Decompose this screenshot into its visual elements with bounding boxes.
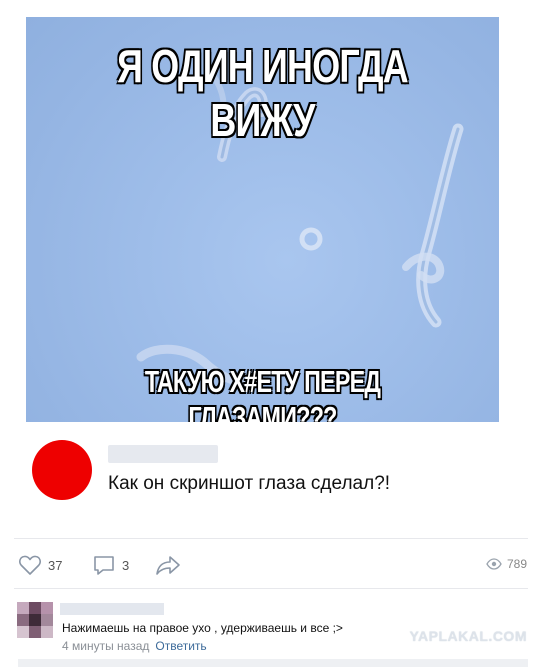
post-avatar[interactable]: [32, 440, 92, 500]
comment-meta: 4 минуты назад Ответить: [62, 639, 207, 653]
bottom-strip: [18, 659, 528, 667]
meme-bottom-caption: ТАКУЮ Х#ЕТУ ПЕРЕД ГЛАЗАМИ???: [144, 364, 381, 422]
post-text: Как он скриншот глаза сделал?!: [108, 473, 391, 494]
site-watermark: YAPLAKAL.COM: [409, 628, 527, 644]
heart-icon: [19, 555, 41, 575]
comment-icon: [94, 556, 114, 575]
eye-icon: [486, 558, 502, 570]
comment-count: 3: [122, 557, 130, 573]
comment-text: Нажимаешь на правое ухо , удерживаешь и …: [62, 621, 343, 635]
divider: [14, 538, 528, 539]
comment-button[interactable]: 3: [92, 554, 129, 576]
post-block: Как он скриншот глаза сделал?!: [32, 428, 498, 508]
meme-image: Я ОДИН ИНОГДА ВИЖУ ТАКУЮ Х#ЕТУ ПЕРЕД ГЛА…: [26, 17, 499, 422]
like-button[interactable]: 37: [18, 554, 62, 576]
post-actions-bar: 37 3 789: [0, 550, 541, 580]
views-count: 789: [506, 557, 527, 571]
share-icon: [156, 556, 180, 575]
share-button[interactable]: [155, 554, 181, 576]
commenter-name-blurred[interactable]: [60, 603, 164, 615]
comment-time: 4 минуты назад: [62, 639, 150, 653]
commenter-avatar-pixelated[interactable]: [17, 602, 53, 638]
author-name-blurred[interactable]: [108, 445, 218, 463]
like-count: 37: [48, 557, 63, 573]
divider: [14, 588, 528, 589]
meme-top-caption: Я ОДИН ИНОГДА ВИЖУ: [117, 40, 409, 146]
reply-link[interactable]: Ответить: [155, 639, 206, 653]
comment-item: Нажимаешь на правое ухо , удерживаешь и …: [0, 596, 541, 656]
views-counter: 789: [486, 557, 527, 571]
